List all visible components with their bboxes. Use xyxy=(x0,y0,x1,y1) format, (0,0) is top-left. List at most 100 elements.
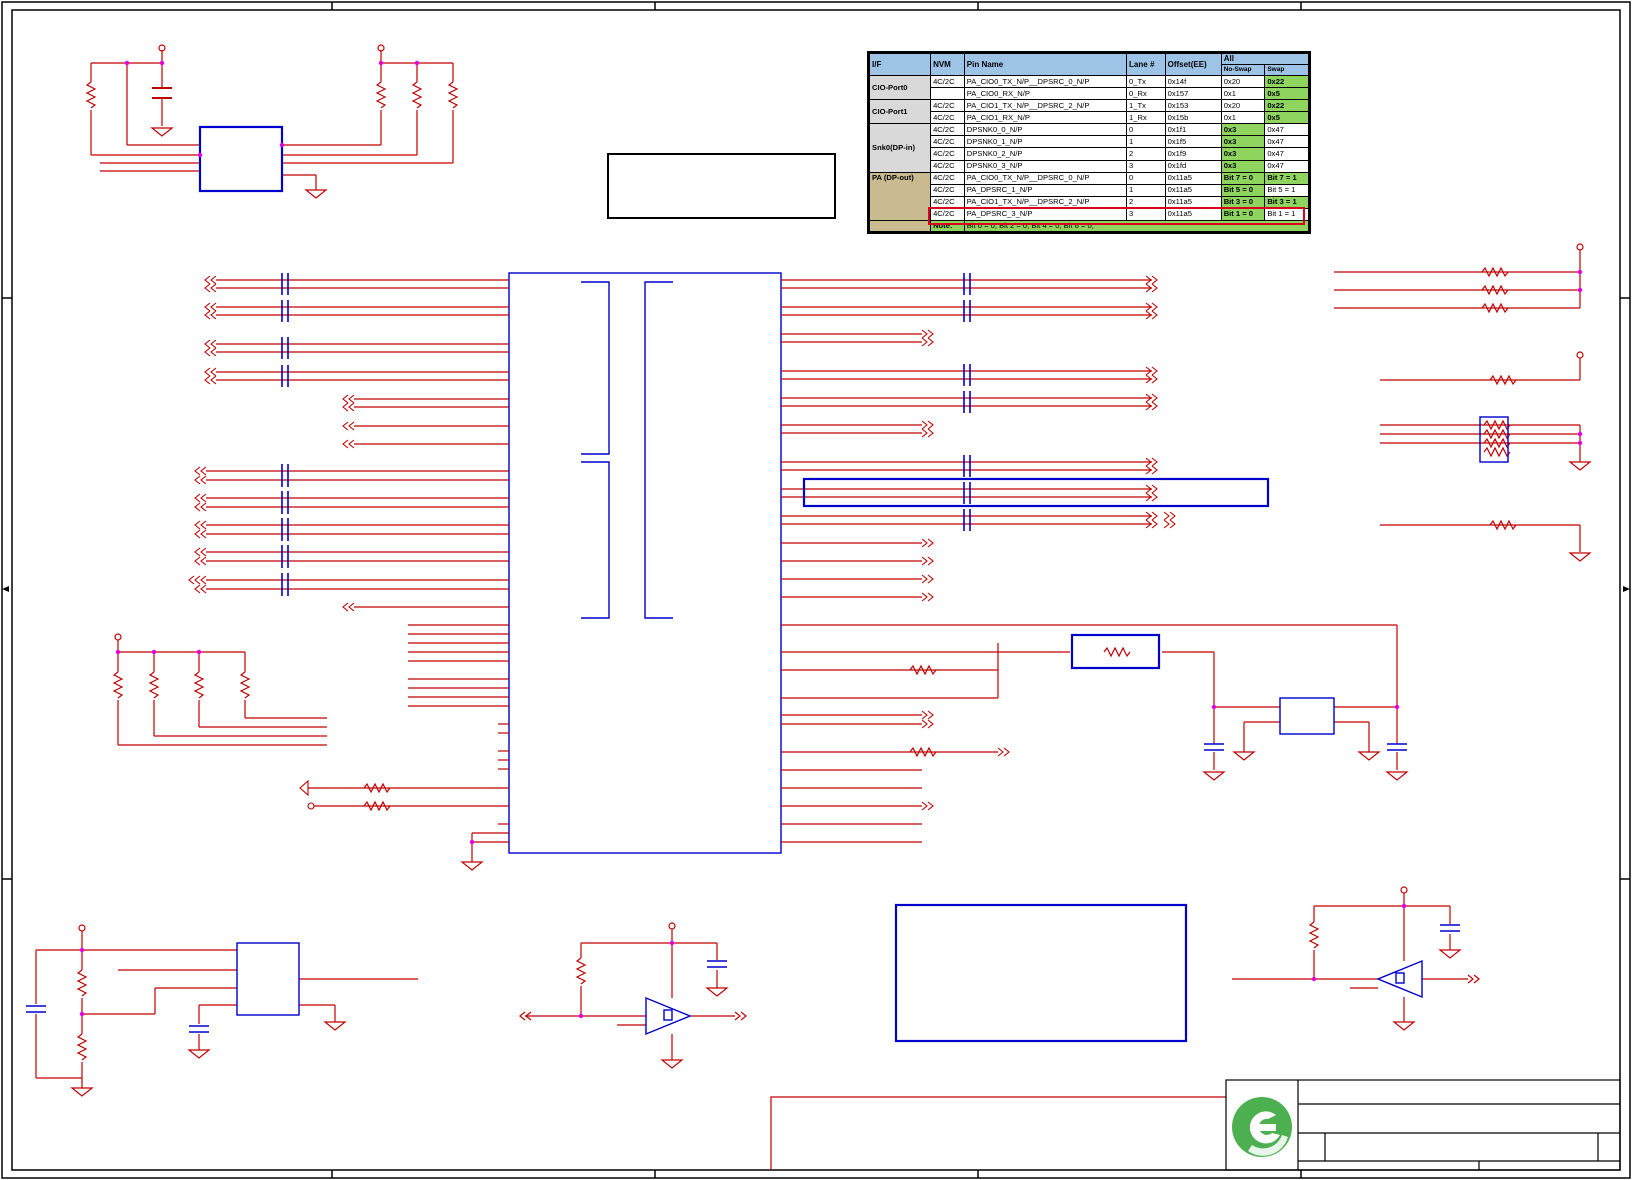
far-right-circuit xyxy=(1334,243,1592,562)
swap-cell: 0x5 xyxy=(1264,111,1309,125)
table-row: 4C/2C DPSNK0_1_N/P 1 0x1f5 0x3 0x47 xyxy=(870,135,1309,149)
swap-cell: 0x47 xyxy=(1264,135,1309,149)
lane-cell: 0 xyxy=(1126,123,1166,137)
no-swap-cell: 0x1 xyxy=(1220,111,1266,125)
lane-cell: 2 xyxy=(1126,195,1166,209)
pin-name-cell: DPSNK0_1_N/P xyxy=(963,135,1128,149)
swap-cell: 0x22 xyxy=(1264,74,1309,89)
pin-name-cell: PA_CIO1_TX_N/P__DPSRC_2_N/P xyxy=(963,99,1128,113)
sheet-frame xyxy=(1,1,1631,1179)
pin-name-cell: PA_CIO0_TX_N/P__DPSRC_0_N/P xyxy=(963,74,1128,89)
col-header-offset: Offset(EE) xyxy=(1164,53,1222,76)
nvm-cell: 4C/2C xyxy=(930,171,965,185)
no-swap-cell: Bit 5 = 0 xyxy=(1220,183,1266,197)
swap-cell: 0x5 xyxy=(1264,87,1309,101)
offset-cell: 0x11a5 xyxy=(1164,195,1222,209)
no-swap-cell: 0x3 xyxy=(1220,123,1266,137)
no-swap-cell: 0x20 xyxy=(1220,74,1266,89)
offset-cell: 0x15b xyxy=(1164,111,1222,125)
offset-cell: 0x11a5 xyxy=(1164,171,1222,185)
no-swap-cell: 0x3 xyxy=(1220,159,1266,173)
table-row: CIO-Port0 4C/2C PA_CIO0_TX_N/P__DPSRC_0_N/… xyxy=(868,74,1309,101)
pin-name-cell: PA_DPSRC_1_N/P xyxy=(963,183,1128,197)
lane-cell: 1_Rx xyxy=(1126,111,1166,125)
offset-cell: 0x1f9 xyxy=(1164,147,1222,161)
table-row: 4C/2C PA_CIO1_RX_N/P 1_Rx 0x15b 0x1 0x5 xyxy=(870,111,1309,125)
offset-cell: 0x153 xyxy=(1164,99,1222,113)
left-series-resistors xyxy=(363,782,484,871)
company-logo xyxy=(1228,1081,1296,1171)
schematic-canvas xyxy=(1,1,1631,1179)
lane-cell: 1 xyxy=(1126,135,1166,149)
lane-cell: 0 xyxy=(1126,171,1166,185)
table-row: 4C/2C PA_CIO1_TX_N/P__DPSRC_2_N/P 2 0x11a5 B… xyxy=(870,195,1309,209)
nvm-cell: 4C/2C xyxy=(930,183,965,197)
offset-cell: 0x1f1 xyxy=(1164,123,1222,137)
nvm-cell: 4C/2C xyxy=(930,74,965,89)
interface-cell: CIO-Port1 xyxy=(868,99,932,125)
table-row: PA_CIO0_RX_N/P 0_Rx 0x157 0x1 0x5 xyxy=(870,87,1309,101)
lane-cell: 1_Tx xyxy=(1126,99,1166,113)
no-swap-cell: 0x3 xyxy=(1220,147,1266,161)
pin-name-cell: DPSNK0_2_N/P xyxy=(963,147,1128,161)
interface-cell: Snk0(DP-in) xyxy=(868,123,932,173)
nvm-cell: 4C/2C xyxy=(930,147,965,161)
small-ic-top-left xyxy=(198,125,284,193)
regulator-ic xyxy=(236,942,300,1016)
swap-cell: 0x47 xyxy=(1264,123,1309,137)
nvm-cell: 4C/2C xyxy=(930,123,965,137)
lane-cell: 3 xyxy=(1126,207,1166,222)
col-header-no-swap: No-Swap xyxy=(1220,64,1266,76)
company-logo-icon xyxy=(1232,1097,1292,1157)
lane-cell: 1 xyxy=(1126,183,1166,197)
no-swap-cell: Bit 3 = 0 xyxy=(1220,195,1266,209)
offset-cell: 0x1f5 xyxy=(1164,135,1222,149)
right-bus-wires xyxy=(781,279,1409,843)
left-bus-caps xyxy=(281,273,289,596)
note-label: Note: xyxy=(930,220,965,232)
interface-cell: CIO-Port0 xyxy=(868,74,932,101)
small-ic-right xyxy=(1279,697,1335,735)
right-offpage-connectors xyxy=(921,275,1176,811)
swap-cell: 0x22 xyxy=(1264,99,1309,113)
pin-name-cell: DPSNK0_3_N/P xyxy=(963,159,1128,173)
table-row: 4C/2C PA_DPSRC_1_N/P 1 0x11a5 Bit 5 = 0 Bit 5… xyxy=(870,183,1309,197)
offset-cell: 0x14f xyxy=(1164,74,1222,89)
swap-cell: Bit 3 = 1 xyxy=(1264,195,1309,209)
nvm-cell: 4C/2C xyxy=(930,195,965,209)
lane-cell: 3 xyxy=(1126,159,1166,173)
title-block xyxy=(770,1096,1226,1170)
col-header-nvm: NVM xyxy=(930,53,965,76)
resistor-highlight-box xyxy=(1070,633,1161,670)
nvm-cell: 4C/2C xyxy=(930,207,965,222)
no-swap-cell: 0x1 xyxy=(1220,87,1266,101)
top-left-circuit xyxy=(85,44,459,199)
config-table-body: CIO-Port0 4C/2C PA_CIO0_TX_N/P__DPSRC_0_N/… xyxy=(868,74,1310,232)
title-box-top xyxy=(607,153,836,219)
nvm-cell: 4C/2C xyxy=(930,99,965,113)
note-box-center xyxy=(894,903,1188,1043)
interface-cell: PA (DP-out) xyxy=(868,171,932,222)
no-swap-cell: Bit 1 = 0 xyxy=(1220,207,1266,222)
table-row: PA (DP-out) 4C/2C PA_CIO0_TX_N/P__DPSRC_0_… xyxy=(868,171,1309,222)
no-swap-cell: 0x3 xyxy=(1220,135,1266,149)
bottom-center-buffer xyxy=(519,922,747,1069)
bottom-right-buffer xyxy=(1232,886,1480,1031)
left-offpage-connectors xyxy=(188,275,355,810)
col-header-pin-name: Pin Name xyxy=(963,53,1128,76)
pin-name-cell: PA_CIO0_RX_N/P xyxy=(963,87,1128,101)
bottom-center-buffer-body xyxy=(645,960,727,1036)
no-swap-cell: Bit 7 = 0 xyxy=(1220,171,1266,185)
note-row: Note: Bit 0 = 0, Bit 2 = 0, Bit 4 = 0, Bi… xyxy=(868,220,1310,232)
nvm-cell: 4C/2C xyxy=(930,135,965,149)
lane-cell: 2 xyxy=(1126,147,1166,161)
swap-cell: Bit 5 = 1 xyxy=(1264,183,1309,197)
pin-name-cell: PA_DPSRC_3_N/P xyxy=(963,207,1128,222)
col-header-if: I/F xyxy=(868,53,932,76)
note-spacer xyxy=(868,220,932,232)
right-bus-caps xyxy=(963,273,1407,751)
table-row: 4C/2C PA_DPSRC_3_N/P 3 0x11a5 Bit 1 = 0 Bit 1… xyxy=(870,207,1309,222)
lane-cell: 0_Rx xyxy=(1126,87,1166,101)
junction-dots xyxy=(79,60,1583,1019)
pin-name-cell: PA_CIO1_RX_N/P xyxy=(963,111,1128,125)
